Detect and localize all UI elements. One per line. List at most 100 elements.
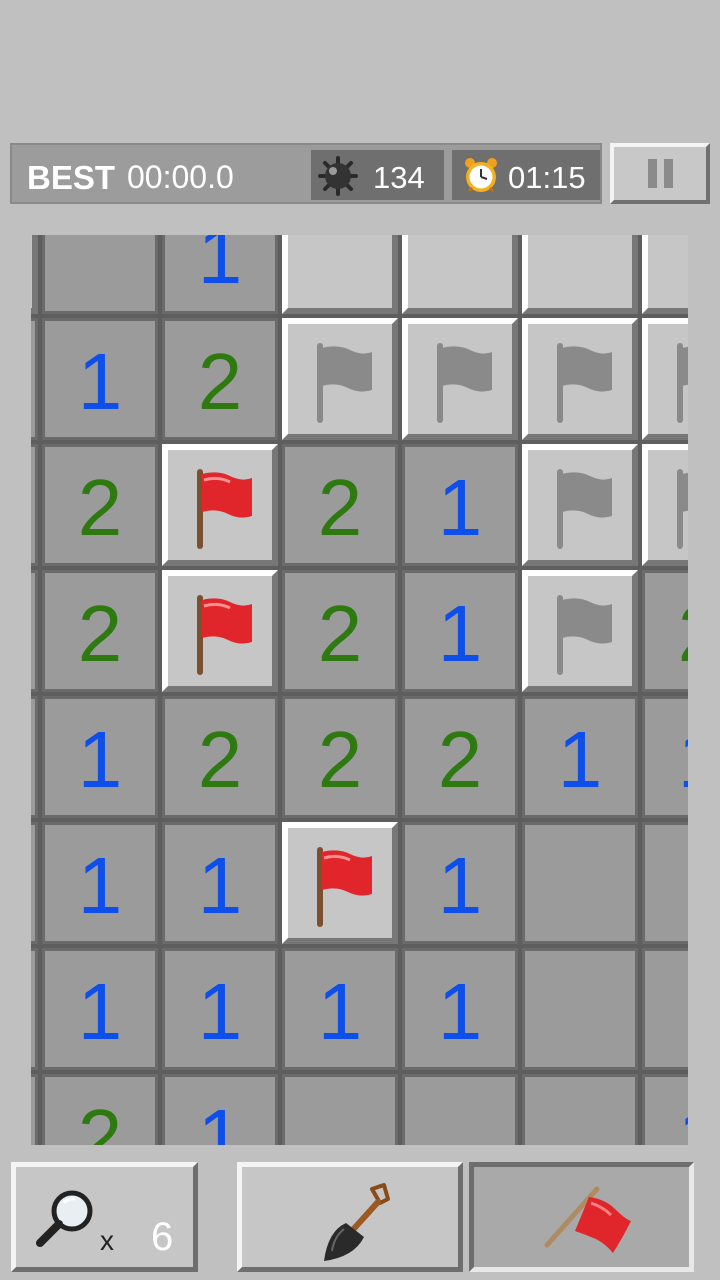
mines-remaining: 134 — [373, 160, 425, 195]
number-cell[interactable]: 1 — [162, 1074, 278, 1145]
number-cell[interactable]: 2 — [642, 570, 688, 692]
cell-number: 2 — [77, 589, 123, 678]
hidden-cell[interactable] — [642, 235, 688, 314]
number-cell[interactable]: 1 — [42, 822, 158, 944]
number-cell[interactable]: 1 — [402, 822, 518, 944]
cell-number: 1 — [557, 715, 603, 804]
magnifier-icon — [36, 1190, 93, 1247]
magnifier-count: 6 — [151, 1215, 174, 1259]
number-cell[interactable]: 1 — [642, 1074, 688, 1145]
grey-flag-cell[interactable] — [522, 570, 638, 692]
grey-flag-icon — [557, 343, 612, 423]
flag-mode-button[interactable] — [469, 1162, 694, 1272]
hidden-cell[interactable] — [31, 235, 38, 314]
number-cell[interactable]: 2 — [42, 444, 158, 566]
cell-number: 1 — [77, 715, 123, 804]
number-cell[interactable]: 1 — [162, 235, 278, 314]
minefield[interactable]: 11222122121222111111111211 — [31, 235, 688, 1145]
revealed-cell[interactable] — [402, 1074, 518, 1145]
revealed-cell[interactable] — [31, 948, 38, 1070]
cell-number: 1 — [197, 235, 243, 300]
cell-number: 2 — [437, 715, 483, 804]
number-cell[interactable]: 1 — [42, 948, 158, 1070]
number-cell[interactable]: 2 — [282, 570, 398, 692]
elapsed-time: 01:15 — [508, 160, 586, 195]
cell-number: 1 — [437, 589, 483, 678]
revealed-cell[interactable] — [642, 822, 688, 944]
grey-flag-icon — [437, 343, 492, 423]
number-cell[interactable]: 2 — [282, 696, 398, 818]
number-cell[interactable]: 1 — [162, 948, 278, 1070]
flagged-cell[interactable] — [162, 444, 278, 566]
number-cell[interactable]: 1 — [42, 318, 158, 440]
revealed-cell[interactable] — [31, 444, 38, 566]
number-cell[interactable]: 1 — [642, 696, 688, 818]
magnifier-hint-button[interactable]: x 6 — [11, 1162, 198, 1272]
game-screen: BEST 00:00.0 134 01:15 1 1 2 2 2 1 2 2 1… — [0, 0, 720, 1280]
number-cell[interactable]: 1 — [282, 948, 398, 1070]
grey-flag-cell[interactable] — [402, 318, 518, 440]
grey-flag-cell[interactable] — [642, 318, 688, 440]
revealed-cell[interactable] — [522, 948, 638, 1070]
dig-mode-button[interactable] — [237, 1162, 463, 1272]
flagged-cell[interactable] — [162, 570, 278, 692]
number-cell[interactable]: 2 — [162, 696, 278, 818]
number-cell[interactable]: 1 — [402, 948, 518, 1070]
flag-icon — [544, 1186, 631, 1253]
cell-number: 1 — [197, 967, 243, 1056]
number-cell[interactable]: 2 — [42, 1074, 158, 1145]
cell-number: 2 — [77, 463, 123, 552]
best-label: BEST — [27, 159, 116, 196]
cell-number: 2 — [317, 463, 363, 552]
revealed-cell[interactable] — [31, 570, 38, 692]
revealed-cell[interactable] — [522, 1074, 638, 1145]
number-cell[interactable]: 1 — [42, 696, 158, 818]
cell-number: 2 — [317, 715, 363, 804]
number-cell[interactable]: 1 — [522, 696, 638, 818]
hidden-cell[interactable] — [402, 235, 518, 314]
revealed-cell[interactable] — [31, 822, 38, 944]
hidden-cell[interactable] — [282, 235, 398, 314]
cell-number: 1 — [77, 337, 123, 426]
revealed-cell[interactable] — [642, 948, 688, 1070]
revealed-cell[interactable] — [522, 822, 638, 944]
revealed-cell[interactable] — [31, 1074, 38, 1145]
cell-number: 1 — [437, 967, 483, 1056]
grey-flag-icon — [557, 469, 612, 549]
pause-icon-bar — [664, 159, 673, 188]
cell-number: 1 — [645, 717, 688, 803]
cell-number: 2 — [77, 1093, 123, 1146]
revealed-cell[interactable] — [282, 1074, 398, 1145]
number-cell[interactable]: 2 — [402, 696, 518, 818]
multiplier-sign: x — [100, 1225, 114, 1256]
cell-number: 2 — [197, 337, 243, 426]
flagged-cell[interactable] — [282, 822, 398, 944]
mine-counter: 134 — [311, 150, 444, 200]
number-cell[interactable]: 1 — [402, 444, 518, 566]
cell-number: 1 — [77, 841, 123, 930]
cell-number: 1 — [645, 1095, 688, 1146]
hidden-cell[interactable] — [522, 235, 638, 314]
cell-number: 1 — [77, 967, 123, 1056]
grey-flag-cell[interactable] — [522, 318, 638, 440]
cell-number: 2 — [317, 589, 363, 678]
revealed-cell[interactable] — [31, 696, 38, 818]
number-cell[interactable]: 2 — [42, 570, 158, 692]
grey-flag-icon — [677, 469, 688, 549]
cell-number: 1 — [437, 463, 483, 552]
grey-flag-cell[interactable] — [642, 444, 688, 566]
grey-flag-icon — [557, 595, 612, 675]
revealed-cell[interactable] — [31, 318, 38, 440]
shovel-icon — [324, 1183, 390, 1261]
grey-flag-cell[interactable] — [282, 318, 398, 440]
number-cell[interactable]: 2 — [282, 444, 398, 566]
grey-flag-cell[interactable] — [522, 444, 638, 566]
pause-button[interactable] — [610, 143, 710, 204]
alarm-clock-icon — [465, 158, 497, 193]
red-flag-icon — [317, 847, 372, 927]
red-flag-icon — [197, 595, 252, 675]
number-cell[interactable]: 2 — [162, 318, 278, 440]
number-cell[interactable]: 1 — [162, 822, 278, 944]
revealed-cell[interactable] — [42, 235, 158, 314]
number-cell[interactable]: 1 — [402, 570, 518, 692]
